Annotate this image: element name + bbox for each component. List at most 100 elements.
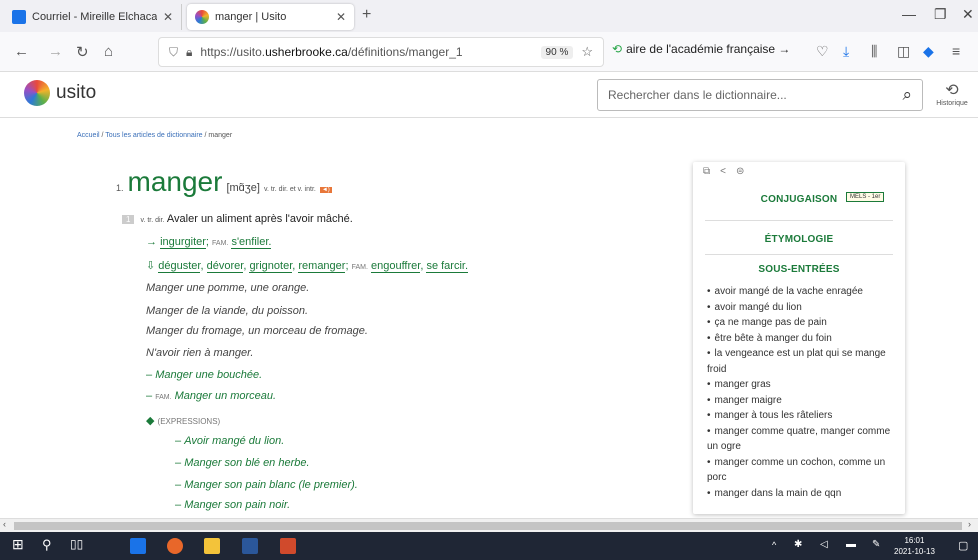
example-green: – FAM. Manger un morceau. xyxy=(146,390,277,402)
tab-title: Courriel - Mireille Elchacar - Ou xyxy=(32,11,157,23)
sidebar-tools: ⧉ < ⊜ xyxy=(703,166,744,177)
firefox-icon[interactable] xyxy=(167,538,183,554)
breadcrumb: Accueil / Tous les articles de dictionna… xyxy=(77,132,233,139)
breadcrumb-articles[interactable]: Tous les articles de dictionnaire xyxy=(105,132,202,139)
share-icon[interactable]: < xyxy=(720,166,726,177)
list-item[interactable]: manger comme un cochon, comme un porc xyxy=(707,455,903,486)
scroll-right-icon[interactable]: › xyxy=(968,519,971,529)
search-input[interactable]: Rechercher dans le dictionnaire... ⌕ xyxy=(597,79,923,111)
headword-text: manger xyxy=(127,166,223,197)
list-item[interactable]: avoir mangé de la vache enragée xyxy=(707,284,903,300)
usito-flower-icon xyxy=(24,80,50,106)
copy-icon[interactable]: ⧉ xyxy=(703,166,710,177)
download-icon[interactable]: ⤓ xyxy=(843,43,849,60)
network-icon[interactable]: ✱ xyxy=(794,539,802,550)
minimize-icon[interactable]: — xyxy=(902,6,916,22)
tab-title: manger | Usito xyxy=(215,11,287,23)
powerpoint-icon[interactable] xyxy=(280,538,296,554)
back-icon[interactable]: ← xyxy=(14,43,29,60)
star-icon[interactable]: ☆ xyxy=(581,44,593,60)
close-window-icon[interactable]: ✕ xyxy=(962,6,974,23)
tray-chevron-icon[interactable]: ^ xyxy=(772,540,776,550)
breadcrumb-current: manger xyxy=(208,132,233,139)
list-item[interactable]: manger dans la main de qqn xyxy=(707,486,903,502)
task-view-icon[interactable]: ▯▯ xyxy=(70,537,86,553)
headword: 1. manger [mɑ̃ʒe] v. tr. dir. et v. intr… xyxy=(116,166,332,197)
rel-link[interactable]: se farcir. xyxy=(426,260,469,273)
example: Manger une pomme, une orange. xyxy=(146,282,310,294)
windows-taskbar: ⊞ ⚲ ▯▯ ^ ✱ ◁ ▬ ✎ 16:01 2021-10-13 ▢ xyxy=(0,532,978,560)
list-item[interactable]: manger maigre xyxy=(707,393,903,409)
expressions-toggle[interactable]: ◆ (EXPRESSIONS) xyxy=(146,414,220,427)
breadcrumb-home[interactable]: Accueil xyxy=(77,132,100,139)
history-icon: ⟲ xyxy=(945,82,959,99)
tab-usito[interactable]: manger | Usito ✕ xyxy=(187,4,354,30)
related-words: ⇩ déguster, dévorer, grignoter, remanger… xyxy=(146,260,469,273)
url-text: https://usito.usherbrooke.ca/définitions… xyxy=(200,45,463,59)
list-item[interactable]: manger comme quatre, manger comme un ogr… xyxy=(707,424,903,455)
close-tab-icon[interactable]: ✕ xyxy=(163,10,173,24)
list-item[interactable]: avoir mangé du lion xyxy=(707,300,903,316)
close-tab-icon[interactable]: ✕ xyxy=(336,10,346,24)
definition: 1 v. tr. dir. Avaler un aliment après l'a… xyxy=(122,213,353,225)
history-button[interactable]: ⟲ Historique xyxy=(930,80,974,107)
scroll-left-icon[interactable]: ‹ xyxy=(3,519,6,529)
sidebar-icon[interactable]: ◫ xyxy=(897,43,910,60)
shield-icon: ⛉ xyxy=(169,44,179,59)
search-icon[interactable]: ⚲ xyxy=(42,537,58,553)
pen-icon[interactable]: ✎ xyxy=(872,539,880,550)
rel-link[interactable]: grignoter xyxy=(249,260,293,273)
expression: – Manger son pain noir. xyxy=(175,499,291,511)
extension-icon[interactable]: ◆ xyxy=(923,43,934,60)
pronunciation: [mɑ̃ʒe] xyxy=(226,182,260,194)
scrollbar-thumb[interactable] xyxy=(14,522,962,530)
outlook-icon[interactable] xyxy=(130,538,146,554)
syn-link[interactable]: ingurgiter xyxy=(160,236,206,249)
list-item[interactable]: être bête à manger du foin xyxy=(707,331,903,347)
bookmark-icon: ⟲ xyxy=(612,42,623,56)
divider xyxy=(705,220,893,221)
arrow-down-icon: ⇩ xyxy=(146,260,156,272)
word-icon[interactable] xyxy=(242,538,258,554)
print-icon[interactable]: ⊜ xyxy=(736,166,744,177)
lock-icon: 🔒︎ xyxy=(186,44,193,59)
expression: – Manger son pain blanc (le premier). xyxy=(175,479,358,491)
file-explorer-icon[interactable] xyxy=(204,538,220,554)
divider xyxy=(705,254,893,255)
library-icon[interactable]: ⫼ xyxy=(871,43,877,60)
rel-link[interactable]: déguster xyxy=(158,260,201,273)
example-green: – Manger une bouchée. xyxy=(146,369,263,381)
audio-icon[interactable]: ◄) xyxy=(319,187,332,193)
zoom-level[interactable]: 90 % xyxy=(540,45,574,59)
tab-bar: Courriel - Mireille Elchacar - Ou ✕ mang… xyxy=(0,0,978,32)
battery-icon[interactable]: ▬ xyxy=(846,539,856,550)
usito-logo[interactable]: usito xyxy=(24,80,96,106)
etymologie-link[interactable]: ÉTYMOLOGIE xyxy=(693,234,905,245)
list-item[interactable]: ça ne mange pas de pain xyxy=(707,315,903,331)
notification-icon[interactable]: ▢ xyxy=(958,539,968,552)
expression: – Manger son blé en herbe. xyxy=(175,457,310,469)
rel-link[interactable]: dévorer xyxy=(206,260,244,273)
list-item[interactable]: la vengeance est un plat qui se mange fr… xyxy=(707,346,903,377)
search-icon[interactable]: ⌕ xyxy=(902,85,912,105)
bookmark-item[interactable]: ⟲ aire de l'académie française → xyxy=(612,42,790,56)
expand-icon: ◆ xyxy=(146,415,155,427)
volume-icon[interactable]: ◁ xyxy=(820,539,828,550)
rel-link[interactable]: remanger xyxy=(298,260,346,273)
reload-icon[interactable]: ↻ xyxy=(76,43,89,61)
home-icon[interactable]: ⌂ xyxy=(104,43,113,60)
syn-link[interactable]: s'enfiler. xyxy=(231,236,272,249)
windows-start-icon[interactable]: ⊞ xyxy=(12,536,28,552)
list-item[interactable]: manger à tous les râteliers xyxy=(707,408,903,424)
horizontal-scrollbar[interactable]: ‹ › xyxy=(0,518,978,532)
menu-icon[interactable]: ≡ xyxy=(952,43,960,59)
list-item[interactable]: manger gras xyxy=(707,377,903,393)
pocket-icon[interactable]: ♡ xyxy=(816,43,829,60)
clock[interactable]: 16:01 2021-10-13 xyxy=(894,535,935,557)
tab-courriel[interactable]: Courriel - Mireille Elchacar - Ou ✕ xyxy=(4,4,182,30)
forward-icon[interactable]: → xyxy=(48,43,63,60)
rel-link[interactable]: engouffrer xyxy=(370,260,421,273)
address-bar[interactable]: ⛉ 🔒︎ https://usito.usherbrooke.ca/défini… xyxy=(158,37,604,67)
restore-icon[interactable]: ❐ xyxy=(934,6,947,23)
new-tab-icon[interactable]: + xyxy=(362,6,371,24)
